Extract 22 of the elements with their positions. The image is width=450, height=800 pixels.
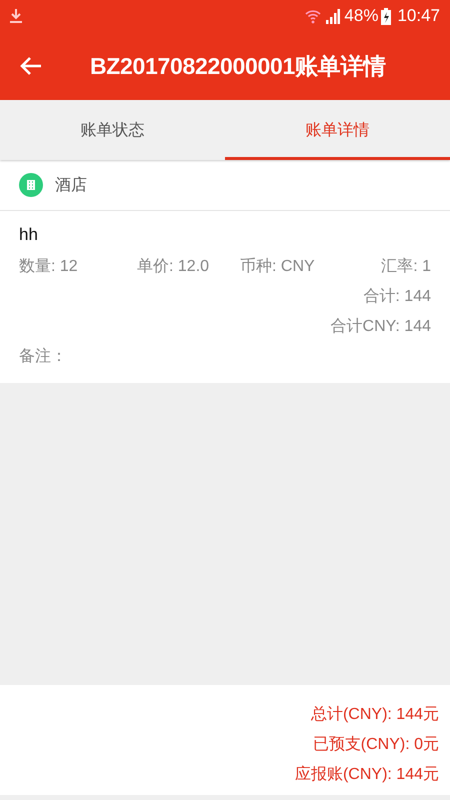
summary-line: 应报账(CNY): 144元 (294, 764, 439, 784)
total-cny-text: 合计CNY: 144 (330, 316, 431, 336)
wifi-icon (305, 8, 322, 24)
battery-icon (381, 8, 392, 24)
exchange-rate-text: 汇率: 1 (380, 256, 431, 276)
summary-line: 总计(CNY): 144元 (310, 704, 439, 724)
quantity-text: 数量: 12 (19, 256, 79, 276)
unit-price-text: 单价: 12.0 (137, 256, 210, 276)
back-arrow-icon (20, 56, 42, 76)
page-title: BZ20170822000001账单详情 (90, 52, 386, 80)
item-name: hh (19, 225, 39, 246)
remark-label: 备注： (19, 346, 67, 366)
currency-text: 币种: CNY (240, 256, 315, 276)
summary-line: 已预支(CNY): 0元 (312, 734, 439, 754)
tab[interactable]: 账单状态 (0, 100, 225, 160)
download-icon (10, 9, 22, 23)
battery-percent: 48% (344, 6, 378, 26)
category-label: 酒店 (55, 176, 87, 196)
signal-icon (326, 8, 340, 24)
building-icon (19, 173, 43, 197)
clock: 10:47 (397, 6, 440, 26)
total-text: 合计: 144 (363, 286, 431, 306)
